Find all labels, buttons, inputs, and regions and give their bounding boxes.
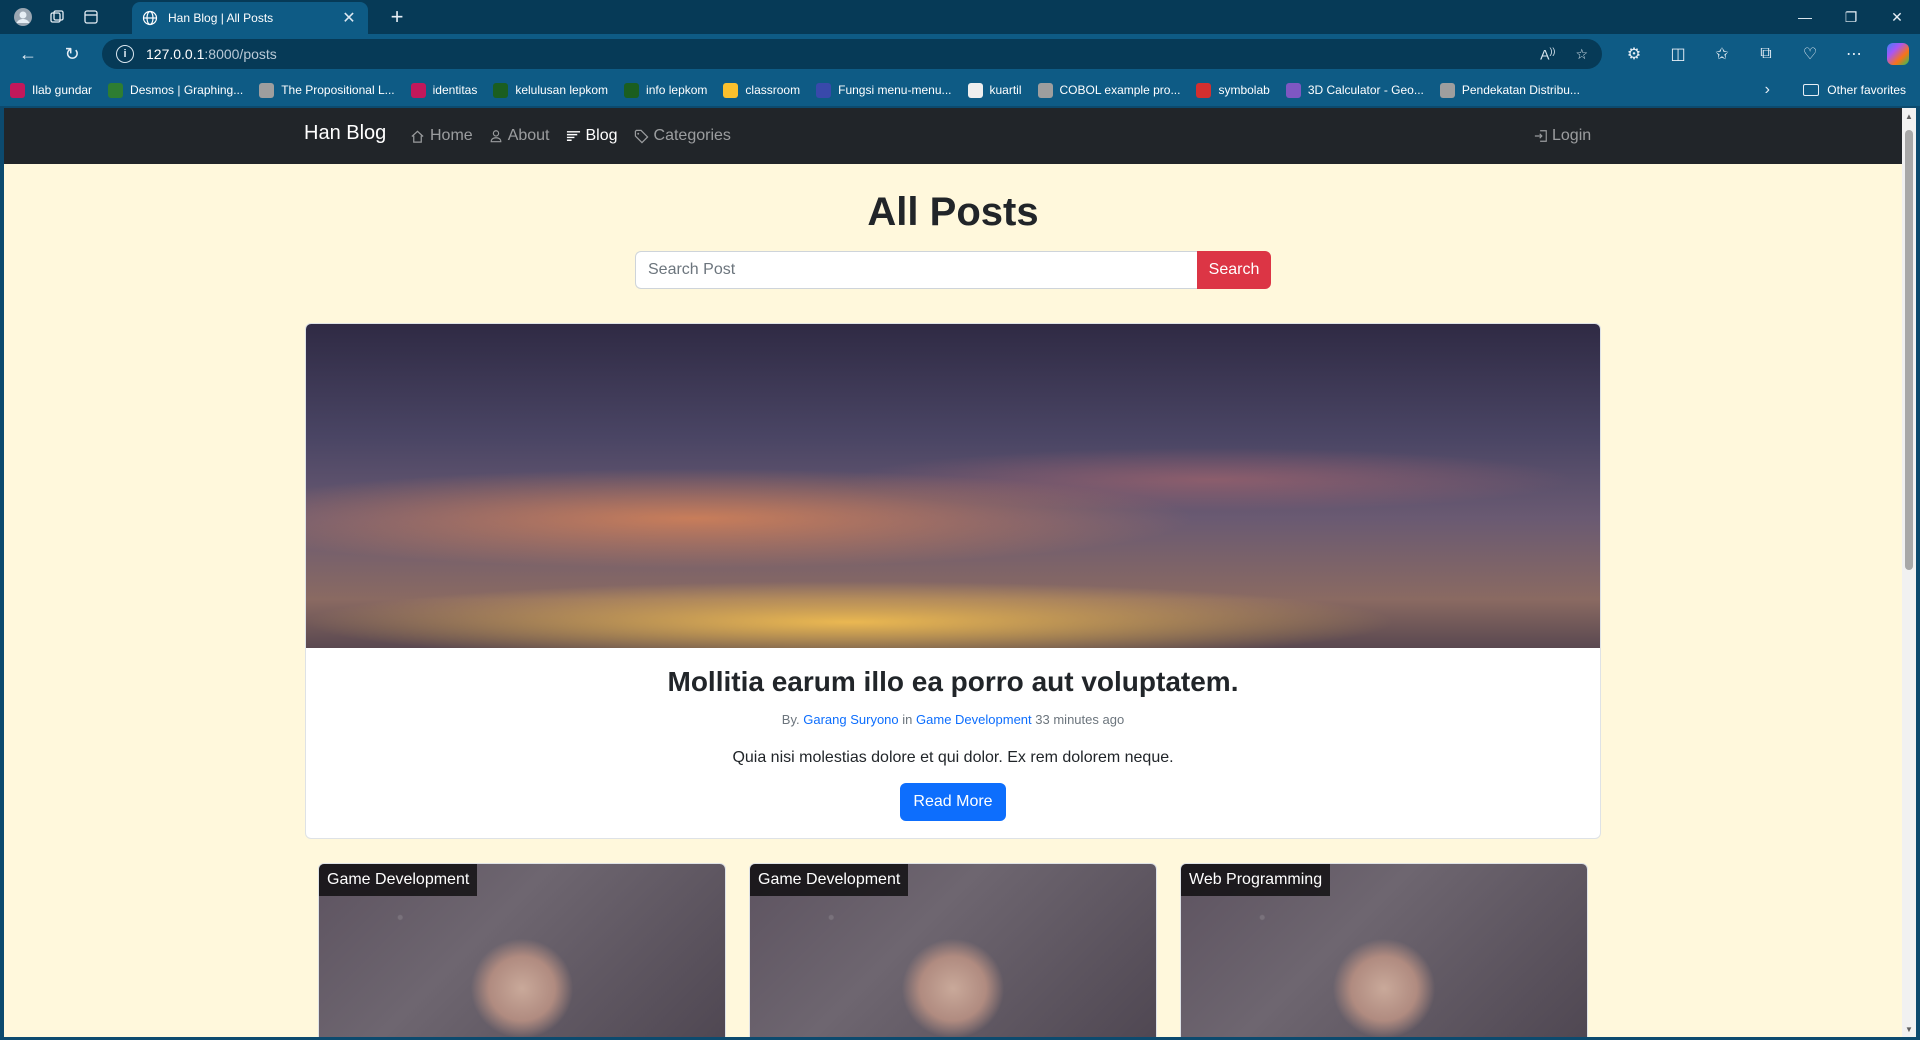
favorite-item[interactable]: The Propositional L...	[259, 82, 395, 98]
post-meta: By. Garang Suryono in Game Development 3…	[781, 712, 1125, 727]
page-viewport: Han Blog Home About Blog Categories Logi…	[4, 108, 1902, 1037]
wordpress-icon	[816, 82, 832, 98]
favorite-item[interactable]: info lepkom	[624, 82, 707, 98]
classroom-icon	[723, 82, 739, 98]
nav-links: Home About Blog Categories	[410, 108, 747, 164]
author-link[interactable]: Garang Suryono	[803, 712, 898, 727]
browser-tab-active[interactable]: Han Blog | All Posts ✕	[132, 2, 368, 34]
search-input[interactable]	[635, 251, 1197, 289]
collections-icon[interactable]: ⧉	[1744, 34, 1788, 74]
site-info-icon[interactable]: i	[116, 45, 134, 63]
category-badge[interactable]: Game Development	[750, 864, 909, 896]
favorites-icon[interactable]: ✩	[1700, 34, 1744, 74]
category-badge[interactable]: Game Development	[319, 864, 478, 896]
url-path: :8000/posts	[204, 46, 277, 62]
favorite-item[interactable]: Pendekatan Distribu...	[1439, 82, 1580, 98]
more-menu-icon[interactable]: ⋯	[1832, 34, 1876, 74]
favicon-icon	[624, 82, 640, 98]
favicon-icon	[10, 82, 25, 98]
favicon-icon	[493, 82, 509, 98]
favorite-item[interactable]: kuartil	[967, 82, 1022, 98]
geogebra-icon	[1285, 82, 1301, 98]
nav-item-home[interactable]: Home	[410, 127, 473, 145]
favicon-icon	[410, 82, 426, 98]
globe-icon	[142, 10, 158, 26]
featured-post-card: Mollitia earum illo ea porro aut volupta…	[305, 323, 1601, 839]
minimize-icon[interactable]: —	[1782, 0, 1828, 34]
address-bar-row: ← ↻ i 127.0.0.1:8000/posts A)) ☆ ⚙ ◫ ✩ ⧉…	[0, 34, 1920, 74]
blog-icon	[566, 130, 580, 141]
profile-icon[interactable]	[6, 0, 40, 34]
globe-icon	[1037, 82, 1053, 98]
read-more-button[interactable]: Read More	[900, 783, 1006, 821]
scrollbar-thumb[interactable]	[1905, 130, 1913, 570]
workspaces-icon[interactable]	[40, 0, 74, 34]
new-tab-icon[interactable]: +	[380, 0, 414, 34]
back-icon[interactable]: ←	[6, 34, 50, 74]
scroll-down-icon[interactable]: ▼	[1905, 1025, 1913, 1034]
house-icon	[411, 130, 424, 143]
favorite-item[interactable]: Fungsi menu-menu...	[816, 82, 952, 98]
globe-icon	[259, 82, 275, 98]
browser-tab-bar: Han Blog | All Posts ✕ + — ❐ ✕	[0, 0, 1920, 34]
featured-post-title[interactable]: Mollitia earum illo ea porro aut volupta…	[306, 666, 1600, 698]
restore-icon[interactable]: ❐	[1828, 0, 1874, 34]
symbolab-icon	[1196, 82, 1212, 98]
favicon-icon	[967, 82, 983, 98]
navbar-brand[interactable]: Han Blog	[304, 122, 386, 145]
post-time: 33 minutes ago	[1035, 712, 1125, 727]
featured-post-image	[306, 324, 1600, 648]
extensions-icon[interactable]: ⚙	[1612, 34, 1656, 74]
favorite-item[interactable]: identitas	[410, 82, 477, 98]
close-tab-icon[interactable]: ✕	[340, 8, 358, 28]
tab-actions-icon[interactable]	[74, 0, 108, 34]
post-card: Web Programming	[1180, 863, 1588, 1037]
favorite-item[interactable]: symbolab	[1196, 82, 1270, 98]
search-form: Search	[635, 251, 1271, 289]
nav-item-blog[interactable]: Blog	[566, 127, 618, 145]
post-excerpt: Quia nisi molestias dolore et qui dolor.…	[732, 749, 1174, 766]
chevron-right-icon[interactable]: ›	[1765, 74, 1770, 106]
favicon-icon	[108, 82, 124, 98]
split-screen-icon[interactable]: ◫	[1656, 34, 1700, 74]
tag-icon	[634, 129, 648, 143]
post-card: Game Development	[318, 863, 726, 1037]
scroll-up-icon[interactable]: ▲	[1905, 112, 1913, 121]
favicon-icon	[1439, 82, 1455, 98]
site-navbar: Han Blog Home About Blog Categories Logi…	[4, 108, 1902, 164]
nav-item-categories[interactable]: Categories	[634, 127, 731, 145]
favorite-item[interactable]: classroom	[723, 82, 800, 98]
post-grid: Game Development Game Development Web Pr…	[318, 863, 1588, 1037]
category-badge[interactable]: Web Programming	[1181, 864, 1331, 896]
category-link[interactable]: Game Development	[916, 712, 1032, 727]
login-icon	[1534, 130, 1547, 142]
nav-item-about[interactable]: About	[489, 127, 550, 145]
page-title: All Posts	[867, 190, 1039, 234]
read-aloud-icon[interactable]: A))	[1540, 46, 1555, 63]
favorite-item[interactable]: Desmos | Graphing...	[108, 82, 243, 98]
search-button[interactable]: Search	[1197, 251, 1271, 289]
favorite-item[interactable]: Ilab gundar	[10, 82, 92, 98]
post-card: Game Development	[749, 863, 1157, 1037]
refresh-icon[interactable]: ↻	[50, 34, 94, 74]
browser-essentials-icon[interactable]: ♡	[1788, 34, 1832, 74]
folder-icon	[1803, 84, 1820, 96]
window-close-icon[interactable]: ✕	[1874, 0, 1920, 34]
url-input[interactable]: i 127.0.0.1:8000/posts A)) ☆	[102, 39, 1602, 69]
favorites-bar: Ilab gundar Desmos | Graphing... The Pro…	[0, 74, 1920, 106]
login-link[interactable]: Login	[1534, 108, 1591, 164]
favorite-item[interactable]: 3D Calculator - Geo...	[1285, 82, 1424, 98]
tab-title: Han Blog | All Posts	[168, 11, 274, 25]
favorite-star-icon[interactable]: ☆	[1575, 46, 1588, 63]
page-scrollbar[interactable]: ▲ ▼	[1902, 108, 1916, 1037]
other-favorites[interactable]: Other favorites	[1803, 74, 1906, 106]
copilot-icon[interactable]	[1887, 43, 1909, 65]
person-icon	[490, 130, 502, 143]
favorite-item[interactable]: kelulusan lepkom	[493, 82, 608, 98]
url-host: 127.0.0.1	[146, 46, 205, 62]
favorite-item[interactable]: COBOL example pro...	[1037, 82, 1180, 98]
